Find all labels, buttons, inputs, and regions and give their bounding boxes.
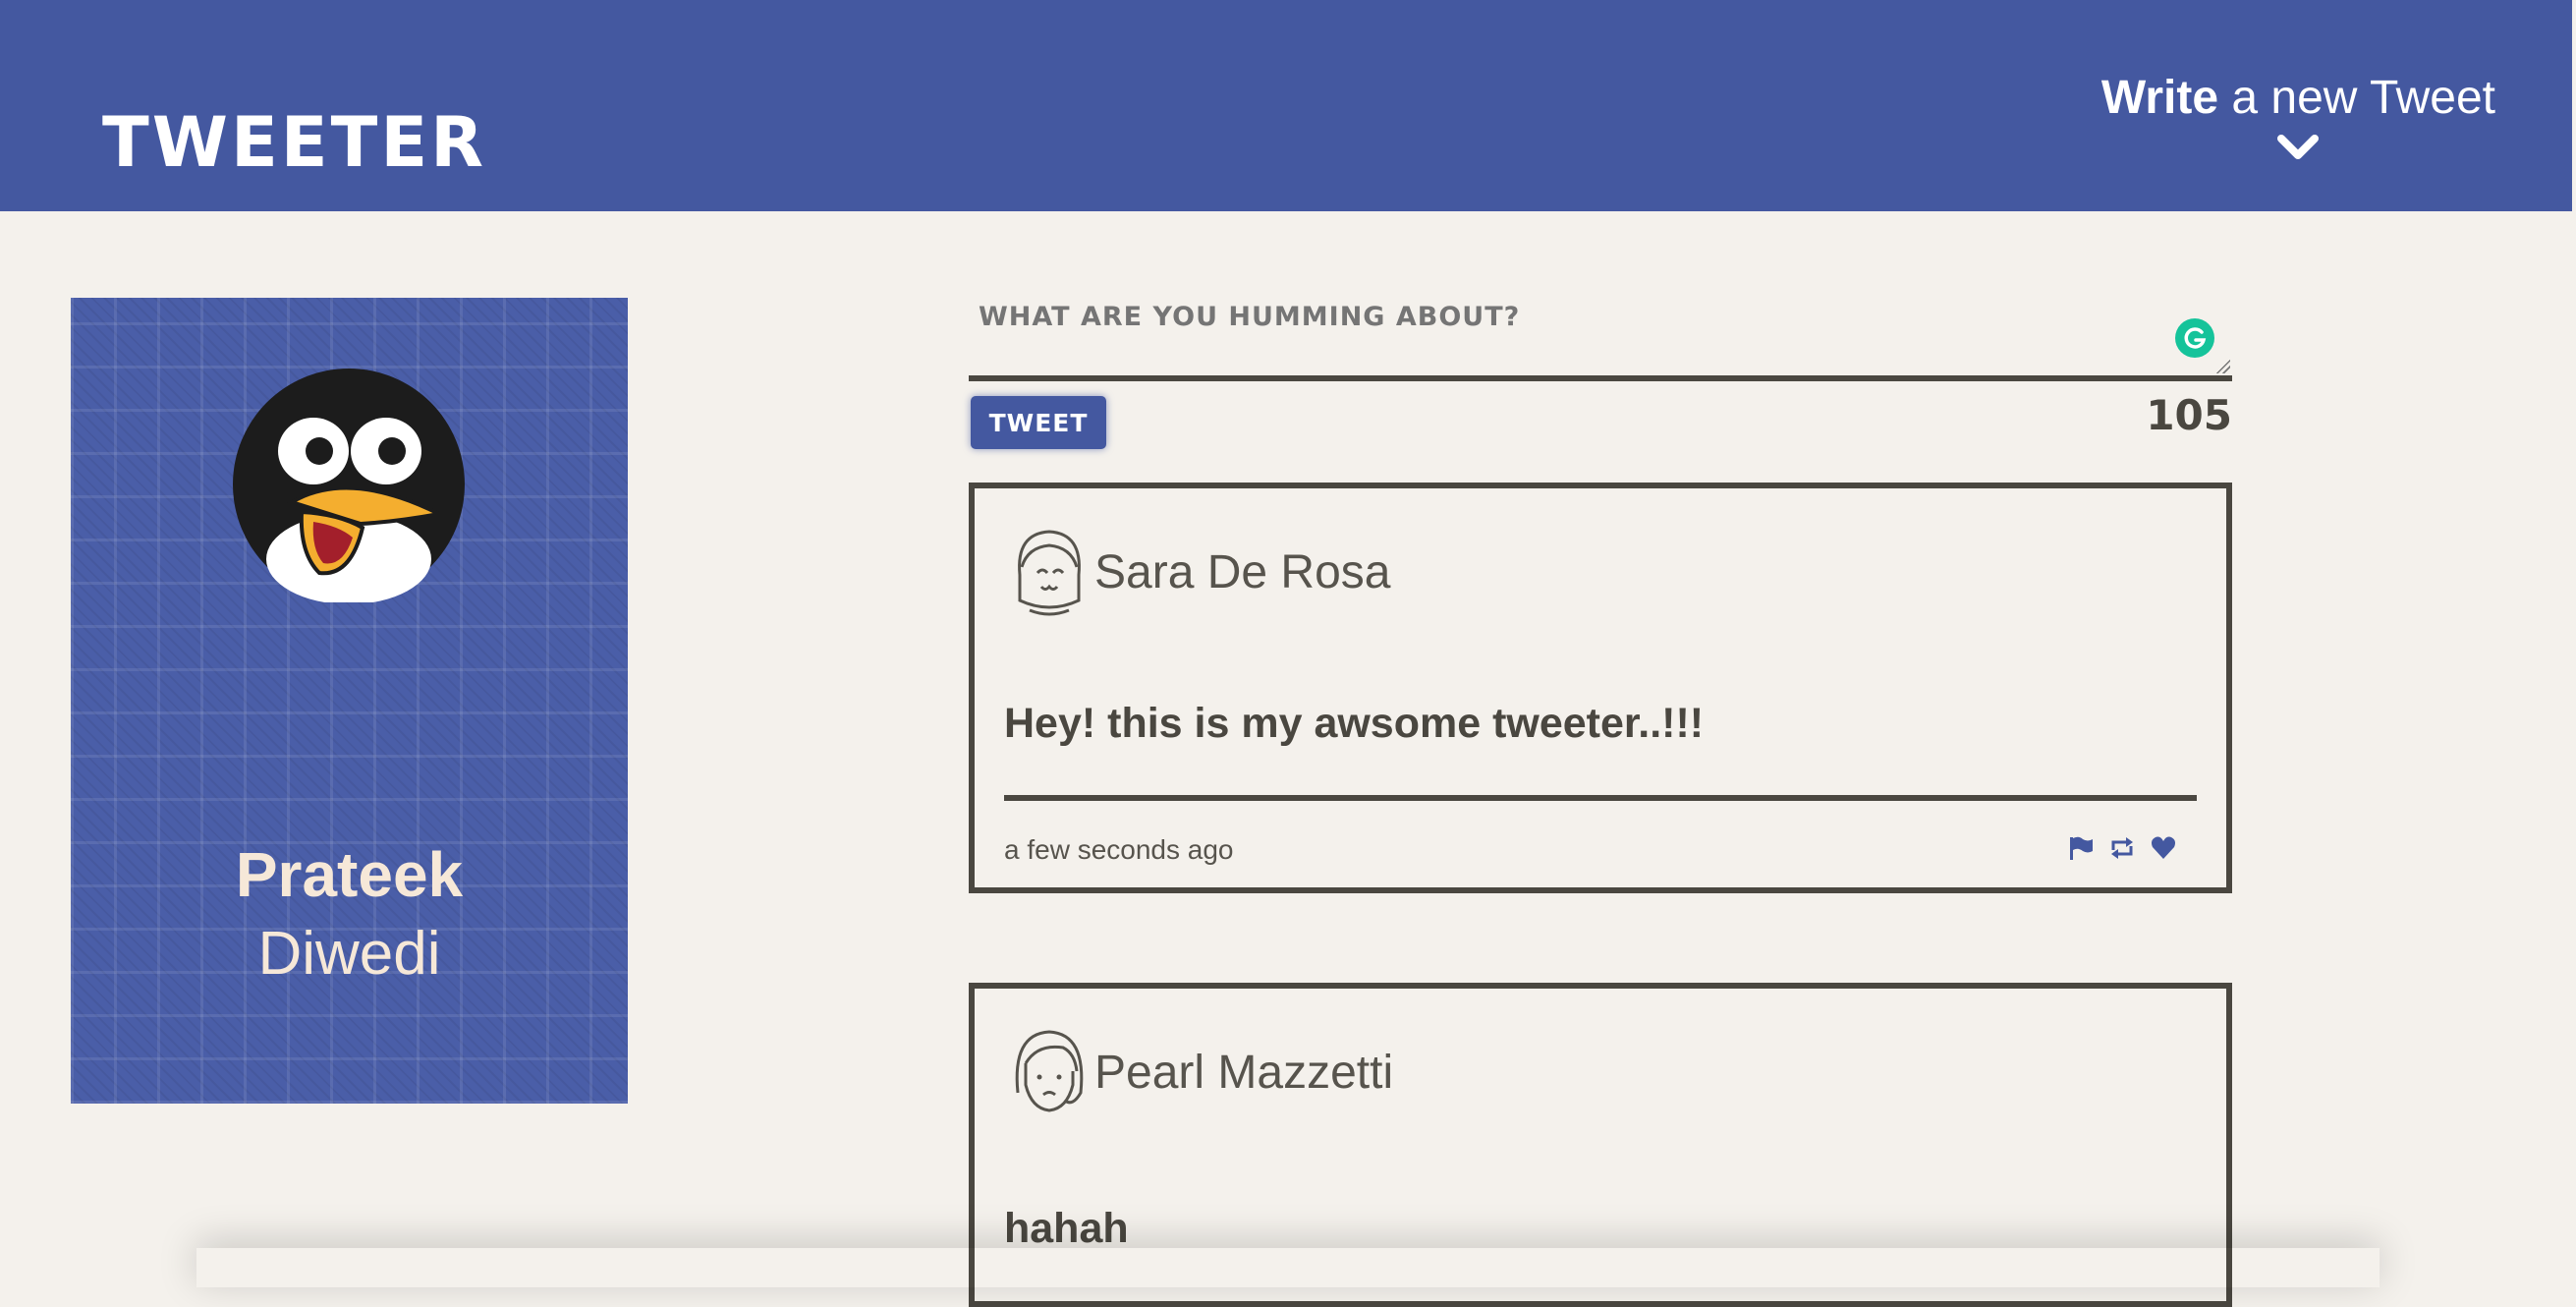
tweet-card: Sara De Rosa Hey! this is my awsome twee…	[969, 483, 2232, 893]
tweet-content: hahah	[1004, 1205, 1129, 1252]
write-new-tweet-toggle[interactable]: Write a new Tweet	[2101, 71, 2495, 162]
retweet-icon[interactable]	[2108, 834, 2136, 862]
tweet-button[interactable]: TWEET	[971, 396, 1106, 449]
tweet-textarea[interactable]	[977, 301, 2140, 333]
compose-box	[969, 295, 2232, 381]
char-counter: 105	[2146, 391, 2232, 439]
profile-card: Prateek Diwedi	[71, 298, 628, 1104]
tweet-actions	[2067, 834, 2177, 862]
heart-icon[interactable]	[2150, 834, 2177, 862]
tweet-divider	[1004, 795, 2197, 801]
brand-logo[interactable]: TWEETER	[102, 102, 486, 183]
write-new-tweet-label: Write a new Tweet	[2100, 72, 2495, 124]
tweet-content: Hey! this is my awsome tweeter..!!!	[1004, 700, 1705, 747]
user-avatar-icon	[1018, 530, 1081, 616]
tweet-author[interactable]: Pearl Mazzetti	[1094, 1046, 1393, 1100]
top-nav: TWEETER Write a new Tweet	[0, 0, 2572, 211]
resize-grip-icon[interactable]	[2214, 358, 2230, 373]
profile-first-name: Prateek	[235, 839, 464, 910]
tweet-author[interactable]: Sara De Rosa	[1094, 545, 1390, 599]
chevron-down-icon[interactable]	[2276, 133, 2320, 162]
grammarly-icon[interactable]	[2175, 318, 2214, 358]
flag-icon[interactable]	[2067, 834, 2095, 862]
bottom-overlay-shadow	[196, 1248, 2380, 1287]
penguin-avatar	[233, 369, 465, 602]
user-avatar-icon	[1015, 1030, 1084, 1112]
tweet-timestamp: a few seconds ago	[1004, 834, 1234, 865]
profile-last-name: Diwedi	[257, 920, 441, 988]
tweet-composer: TWEET 105	[969, 295, 2232, 449]
